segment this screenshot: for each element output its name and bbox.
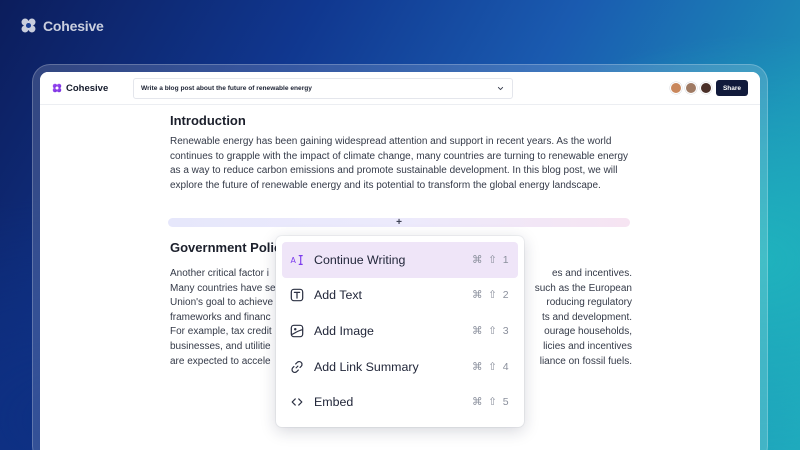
- background-brand: Cohesive: [20, 17, 104, 34]
- image-icon: [290, 324, 304, 338]
- menu-item-shortcut: ⌘ ⇧ 5: [472, 396, 510, 409]
- code-icon: [290, 395, 304, 409]
- section-heading[interactable]: Government Polic: [170, 240, 281, 255]
- background-brand-name: Cohesive: [43, 17, 104, 34]
- section-heading[interactable]: Introduction: [170, 113, 246, 128]
- ai-text-icon: A: [290, 253, 304, 267]
- app-brand[interactable]: Cohesive: [52, 83, 133, 94]
- cohesive-logo-icon: [52, 83, 62, 93]
- menu-item-label: Add Link Summary: [314, 359, 419, 374]
- insert-block-bar[interactable]: +: [168, 217, 630, 228]
- app-brand-name: Cohesive: [66, 82, 109, 94]
- section-paragraph[interactable]: Renewable energy has been gaining widesp…: [170, 135, 632, 193]
- menu-item-label: Continue Writing: [314, 252, 406, 267]
- menu-item-label: Embed: [314, 395, 354, 410]
- avatar[interactable]: [700, 82, 712, 94]
- menu-item-add-text[interactable]: Add Text ⌘ ⇧ 2: [282, 278, 518, 314]
- svg-text:A: A: [290, 256, 296, 265]
- menu-item-shortcut: ⌘ ⇧ 2: [472, 289, 510, 302]
- text-box-icon: [290, 288, 304, 302]
- cohesive-logo-icon: [21, 18, 36, 33]
- menu-item-continue-writing[interactable]: A Continue Writing ⌘ ⇧ 1: [282, 242, 518, 278]
- menu-item-add-image[interactable]: Add Image ⌘ ⇧ 3: [282, 313, 518, 349]
- menu-item-label: Add Text: [314, 288, 362, 303]
- menu-item-shortcut: ⌘ ⇧ 1: [472, 253, 510, 266]
- link-icon: [290, 360, 304, 374]
- menu-item-shortcut: ⌘ ⇧ 3: [472, 324, 510, 337]
- menu-item-embed[interactable]: Embed ⌘ ⇧ 5: [282, 384, 518, 420]
- menu-item-label: Add Image: [314, 323, 374, 338]
- prompt-value: Write a blog post about the future of re…: [141, 84, 312, 92]
- avatar[interactable]: [670, 82, 682, 94]
- share-button[interactable]: Share: [716, 80, 748, 96]
- top-bar: Cohesive Write a blog post about the fut…: [40, 72, 760, 105]
- prompt-select[interactable]: Write a blog post about the future of re…: [133, 77, 513, 99]
- collaborator-avatars: [670, 82, 712, 94]
- command-menu: A Continue Writing ⌘ ⇧ 1 Add Text ⌘ ⇧ 2 …: [276, 236, 524, 427]
- avatar[interactable]: [685, 82, 697, 94]
- menu-item-add-link-summary[interactable]: Add Link Summary ⌘ ⇧ 4: [282, 349, 518, 385]
- plus-icon: +: [396, 217, 402, 228]
- menu-item-shortcut: ⌘ ⇧ 4: [472, 360, 510, 373]
- chevron-down-icon: [497, 86, 504, 90]
